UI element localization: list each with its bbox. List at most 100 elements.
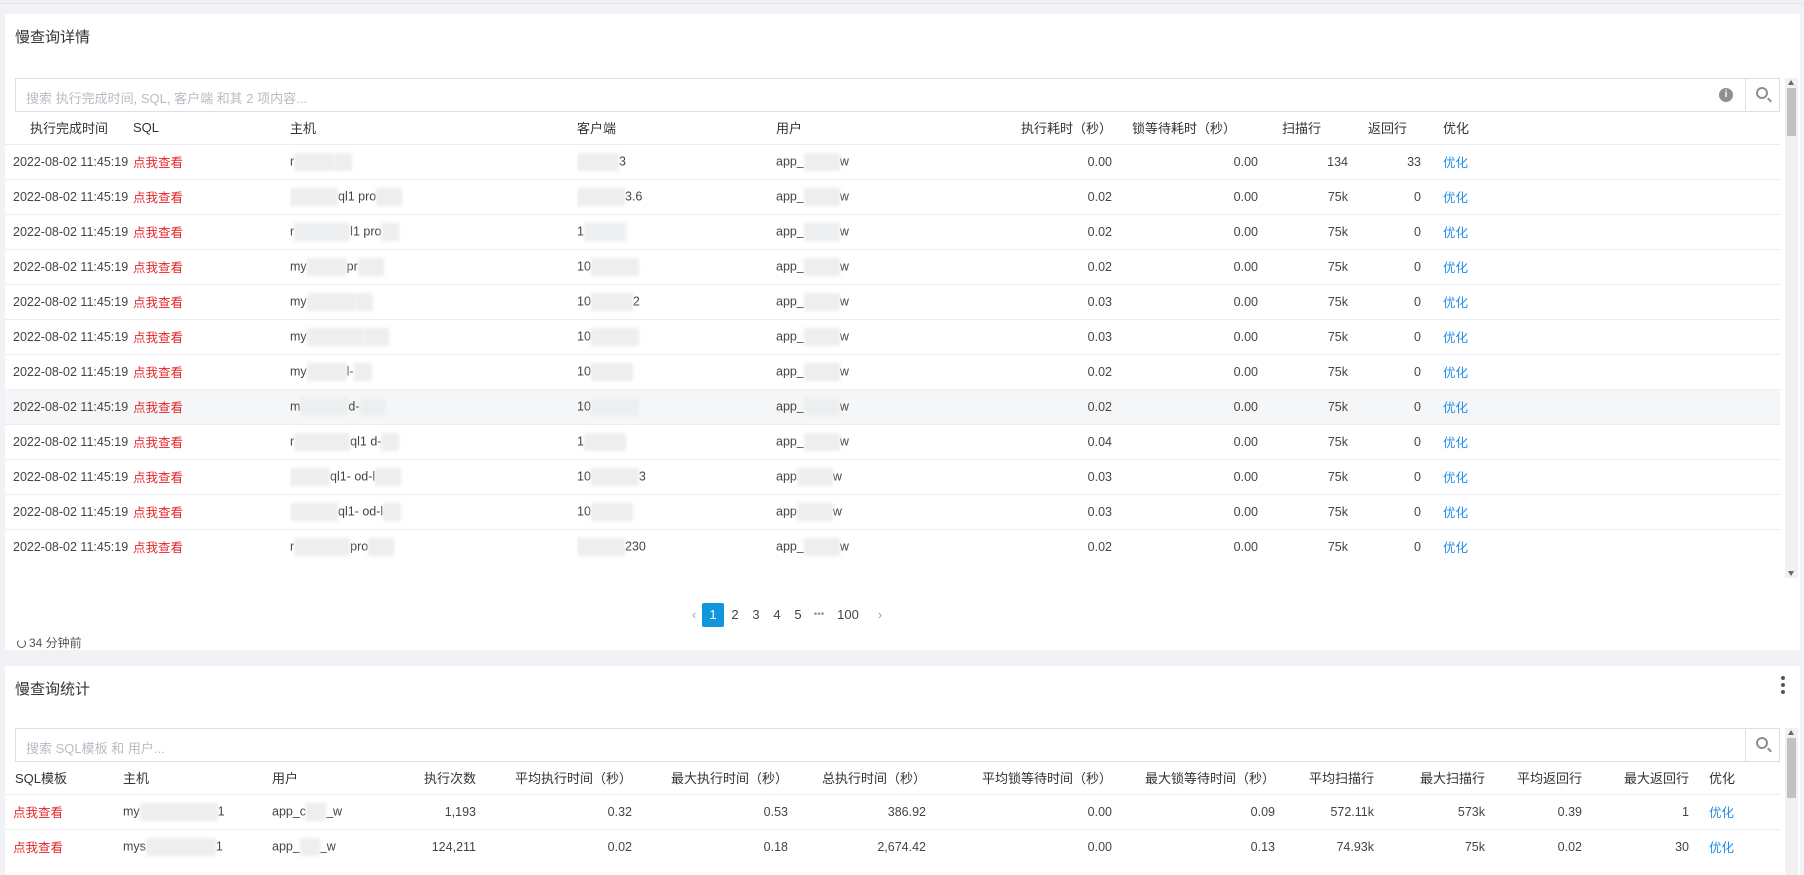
- optimize-link[interactable]: 优化: [1443, 366, 1468, 380]
- sql-view-cell[interactable]: 点我查看: [5, 793, 108, 829]
- sql-view-cell[interactable]: 点我查看: [5, 828, 108, 864]
- optimize-link[interactable]: 优化: [1443, 296, 1468, 310]
- table-row[interactable]: 2022-08-02 11:45:19 点我查看 my pr 10 app_ w 0.02 0.…: [5, 248, 1780, 284]
- stats-search-input[interactable]: 搜索 SQL模板 和 用户...: [15, 728, 1780, 762]
- col-header[interactable]: 最大返回行: [1598, 762, 1701, 794]
- table-row[interactable]: 2022-08-02 11:45:19 点我查看 r 3 app_ w 0.00 0.00 13…: [5, 143, 1780, 179]
- col-header[interactable]: 执行耗时（秒）: [976, 112, 1122, 144]
- view-sql-link[interactable]: 点我查看: [133, 331, 183, 345]
- optimize-cell[interactable]: 优化: [1435, 318, 1780, 354]
- sql-view-link[interactable]: 点我查看: [133, 388, 290, 424]
- col-header[interactable]: 扫描行: [1270, 112, 1362, 144]
- page-3-button[interactable]: 3: [745, 603, 767, 627]
- optimize-link[interactable]: 优化: [1443, 541, 1468, 555]
- sql-view-link[interactable]: 点我查看: [133, 458, 290, 494]
- view-sql-link[interactable]: 点我查看: [133, 156, 183, 170]
- vertical-scrollbar[interactable]: [1785, 78, 1798, 578]
- sql-view-link[interactable]: 点我查看: [133, 143, 290, 179]
- sql-view-link[interactable]: 点我查看: [133, 283, 290, 319]
- table-row[interactable]: 2022-08-02 11:45:19 点我查看 my 10 2 app_ w 0.03 0.0…: [5, 283, 1780, 319]
- optimize-link[interactable]: 优化: [1443, 226, 1468, 240]
- optimize-cell[interactable]: 优化: [1435, 493, 1780, 529]
- page-2-button[interactable]: 2: [724, 603, 746, 627]
- optimize-cell[interactable]: 优化: [1435, 423, 1780, 459]
- table-row[interactable]: 2022-08-02 11:45:19 点我查看 ql1- od-l 10 app w 0.…: [5, 493, 1780, 529]
- page-ellipsis[interactable]: •••: [808, 603, 830, 627]
- optimize-cell[interactable]: 优化: [1435, 353, 1780, 389]
- col-header[interactable]: 用户: [261, 762, 380, 794]
- page-1-button[interactable]: 1: [702, 603, 724, 627]
- table-row[interactable]: 点我查看 my 1 app_c _w 1,193 0.32 0.53 386.92 0.00 0.0…: [5, 793, 1780, 829]
- sql-view-link[interactable]: 点我查看: [133, 353, 290, 389]
- table-row[interactable]: 2022-08-02 11:45:19 点我查看 ql1- od-l 10 3 app w 0…: [5, 458, 1780, 494]
- table-row[interactable]: 点我查看 mys 1 app_ _w 124,211 0.02 0.18 2,674.42 0.0…: [5, 828, 1780, 864]
- table-row[interactable]: 2022-08-02 11:45:19 点我查看 ql1 pro 3.6 app_ w 0.…: [5, 178, 1780, 214]
- view-sql-link[interactable]: 点我查看: [13, 841, 63, 855]
- scroll-thumb[interactable]: [1787, 88, 1796, 136]
- col-header[interactable]: 优化: [1435, 112, 1780, 144]
- view-sql-link[interactable]: 点我查看: [133, 541, 183, 555]
- view-sql-link[interactable]: 点我查看: [133, 191, 183, 205]
- scroll-up-arrow[interactable]: [1788, 730, 1794, 735]
- view-sql-link[interactable]: 点我查看: [133, 436, 183, 450]
- search-button[interactable]: [1745, 79, 1779, 111]
- view-sql-link[interactable]: 点我查看: [133, 366, 183, 380]
- optimize-cell[interactable]: 优化: [1435, 213, 1780, 249]
- col-header[interactable]: 用户: [776, 112, 976, 144]
- optimize-link[interactable]: 优化: [1443, 436, 1468, 450]
- col-header[interactable]: 锁等待耗时（秒）: [1122, 112, 1270, 144]
- sql-view-link[interactable]: 点我查看: [133, 213, 290, 249]
- optimize-link[interactable]: 优化: [1709, 841, 1734, 855]
- scroll-up-arrow[interactable]: [1788, 80, 1794, 85]
- scroll-down-arrow[interactable]: [1788, 571, 1794, 576]
- optimize-cell[interactable]: 优化: [1435, 248, 1780, 284]
- col-header[interactable]: 最大扫描行: [1392, 762, 1495, 794]
- view-sql-link[interactable]: 点我查看: [133, 401, 183, 415]
- vertical-scrollbar[interactable]: [1785, 728, 1798, 875]
- optimize-link[interactable]: 优化: [1443, 191, 1468, 205]
- table-row[interactable]: 2022-08-02 11:45:19 点我查看 r pro 230 app_ w 0.02 0…: [5, 528, 1780, 564]
- col-header[interactable]: 平均扫描行: [1291, 762, 1392, 794]
- optimize-cell[interactable]: 优化: [1435, 178, 1780, 214]
- optimize-cell[interactable]: 优化: [1435, 388, 1780, 424]
- sql-view-link[interactable]: 点我查看: [133, 178, 290, 214]
- view-sql-link[interactable]: 点我查看: [133, 506, 183, 520]
- refresh-status[interactable]: 34 分钟前: [17, 634, 82, 651]
- optimize-cell[interactable]: 优化: [1435, 143, 1780, 179]
- col-header[interactable]: 执行次数: [380, 762, 490, 794]
- optimize-link[interactable]: 优化: [1709, 806, 1734, 820]
- optimize-cell[interactable]: 优化: [1701, 828, 1780, 864]
- col-header[interactable]: 主机: [108, 762, 261, 794]
- search-button[interactable]: [1745, 729, 1779, 761]
- optimize-link[interactable]: 优化: [1443, 506, 1468, 520]
- optimize-cell[interactable]: 优化: [1435, 283, 1780, 319]
- col-header[interactable]: 平均返回行: [1495, 762, 1598, 794]
- col-header[interactable]: 优化: [1701, 762, 1780, 794]
- optimize-link[interactable]: 优化: [1443, 156, 1468, 170]
- view-sql-link[interactable]: 点我查看: [133, 471, 183, 485]
- next-page-button[interactable]: ›: [869, 603, 891, 627]
- sql-view-link[interactable]: 点我查看: [133, 318, 290, 354]
- page-5-button[interactable]: 5: [787, 603, 809, 627]
- col-header[interactable]: SQL模板: [5, 762, 108, 794]
- optimize-cell[interactable]: 优化: [1435, 528, 1780, 564]
- col-header[interactable]: 主机: [290, 112, 577, 144]
- col-header[interactable]: 最大执行时间（秒）: [640, 762, 796, 794]
- detail-search-input[interactable]: 搜索 执行完成时间, SQL, 客户端 和其 2 项内容... i: [15, 78, 1780, 112]
- optimize-link[interactable]: 优化: [1443, 401, 1468, 415]
- sql-view-link[interactable]: 点我查看: [133, 493, 290, 529]
- col-header[interactable]: 执行完成时间: [5, 112, 133, 144]
- optimize-link[interactable]: 优化: [1443, 471, 1468, 485]
- optimize-cell[interactable]: 优化: [1701, 793, 1780, 829]
- view-sql-link[interactable]: 点我查看: [13, 806, 63, 820]
- page-100-button[interactable]: 100: [837, 603, 859, 627]
- info-icon[interactable]: i: [1719, 88, 1733, 102]
- table-row[interactable]: 2022-08-02 11:45:19 点我查看 my 10 app_ w 0.03 0.00…: [5, 318, 1780, 354]
- sql-view-link[interactable]: 点我查看: [133, 528, 290, 564]
- col-header[interactable]: 返回行: [1362, 112, 1435, 144]
- page-4-button[interactable]: 4: [766, 603, 788, 627]
- optimize-link[interactable]: 优化: [1443, 261, 1468, 275]
- col-header[interactable]: 总执行时间（秒）: [796, 762, 952, 794]
- view-sql-link[interactable]: 点我查看: [133, 296, 183, 310]
- table-row[interactable]: 2022-08-02 11:45:19 点我查看 r l1 pro 1 app_ w 0.02…: [5, 213, 1780, 249]
